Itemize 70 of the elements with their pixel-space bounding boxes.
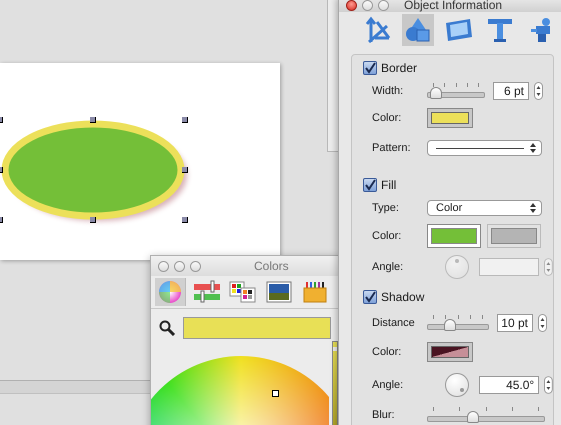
popup-arrows-icon (530, 143, 536, 153)
stepper-control[interactable] (538, 314, 547, 332)
checkmark-icon (364, 291, 376, 303)
slider-thumb[interactable] (444, 319, 456, 331)
slider-thumb[interactable] (333, 346, 337, 351)
field-label: Color: (372, 112, 402, 124)
minimize-button[interactable] (362, 0, 373, 10)
field-label: Type: (372, 202, 400, 214)
stepper-control[interactable] (534, 82, 543, 100)
distance-field[interactable]: 10 pt (497, 314, 533, 332)
width-field[interactable]: 6 pt (493, 82, 529, 100)
close-button[interactable] (346, 0, 357, 10)
slider-thumb[interactable] (467, 411, 480, 423)
field-label: Width: (372, 85, 404, 97)
color-well[interactable] (487, 224, 541, 248)
color-well[interactable] (427, 224, 481, 248)
zoom-button[interactable] (190, 260, 201, 272)
shapes-icon (404, 16, 432, 44)
slider-track[interactable] (427, 87, 485, 99)
angle-field[interactable] (478, 258, 540, 276)
inspector-tab[interactable] (402, 14, 434, 46)
picture-frame-icon (444, 17, 474, 43)
selection-handle[interactable] (90, 217, 96, 223)
color-picker-marker[interactable] (272, 390, 279, 397)
zoom-button[interactable] (378, 0, 389, 10)
pattern-popup[interactable] (427, 140, 542, 156)
color-well[interactable] (427, 342, 473, 362)
sliders-icon (193, 280, 221, 304)
color-mode-tab[interactable] (155, 278, 186, 306)
text-tool-icon (486, 16, 514, 44)
palette-grid-icon (229, 280, 257, 304)
field-label: Angle: (372, 261, 404, 273)
selection-handle[interactable] (182, 217, 188, 223)
slider-thumb[interactable] (430, 87, 442, 99)
color-wheel-icon (158, 280, 182, 304)
shadow-checkbox[interactable]: Shadow (363, 290, 424, 304)
current-color-swatch[interactable] (183, 317, 331, 339)
window-title: Colors (254, 259, 289, 273)
close-button[interactable] (158, 260, 169, 272)
popup-arrows-icon (530, 203, 536, 213)
type-popup[interactable]: Color (427, 200, 542, 216)
stepper-control[interactable] (544, 376, 554, 394)
field-label: Pattern: (372, 142, 412, 154)
crayon-box-icon (303, 280, 327, 304)
field-label: Color: (372, 230, 402, 242)
field-label: Blur: (372, 409, 396, 421)
window-title: Object Information (404, 0, 502, 12)
field-label: Distance (372, 317, 416, 329)
angle-field[interactable]: 45.0° (478, 376, 540, 394)
fill-checkbox[interactable]: Fill (363, 178, 396, 192)
border-checkbox[interactable]: Border (363, 61, 418, 75)
landscape-image-icon (266, 281, 292, 303)
axes-icon (363, 16, 391, 44)
field-label: Angle: (372, 379, 404, 391)
brightness-slider[interactable] (332, 341, 338, 425)
angle-dial[interactable] (445, 373, 468, 397)
color-well[interactable] (427, 108, 473, 128)
slider-ticks (433, 83, 479, 87)
field-label: Color: (372, 346, 402, 358)
minimize-button[interactable] (174, 260, 185, 272)
slider-track[interactable] (427, 411, 545, 423)
slider-track[interactable] (427, 319, 489, 331)
search-icon (159, 320, 175, 336)
slider-ticks (433, 315, 483, 319)
selection-handle[interactable] (90, 117, 96, 123)
checkmark-icon (364, 179, 376, 191)
color-wheel[interactable] (151, 356, 329, 425)
selection-handle[interactable] (182, 117, 188, 123)
checkmark-icon (364, 62, 376, 74)
selection-handle[interactable] (182, 167, 188, 173)
